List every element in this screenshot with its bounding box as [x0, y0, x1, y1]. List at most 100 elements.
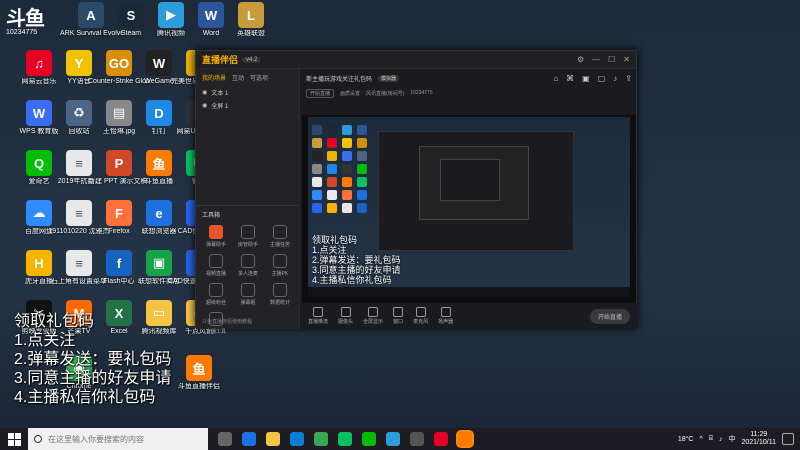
- tencent-video-icon: [342, 125, 352, 135]
- eye-icon[interactable]: ◉: [202, 89, 207, 96]
- room-title[interactable]: 斯主播玩游戏关注礼包码: [306, 74, 372, 83]
- tool-item[interactable]: 超级粉丝: [200, 283, 232, 306]
- tool-item[interactable]: 弹幕助手: [200, 225, 232, 248]
- wechat-icon: [357, 177, 367, 187]
- windows-icon: [7, 432, 21, 446]
- tab-scenes[interactable]: 我的场景: [202, 73, 226, 82]
- maximize-icon[interactable]: ☐: [608, 55, 615, 64]
- app-titlebar: 直播伴侣 v4.2 ⚙ — ☐ ✕: [196, 51, 636, 69]
- lenovo-browser-icon: [357, 190, 367, 200]
- preview-line: 1.点关注: [312, 245, 347, 255]
- unknown-app-icon[interactable]: [410, 432, 424, 446]
- app-brand: 直播伴侣: [202, 55, 239, 65]
- ime-indicator[interactable]: 中: [728, 434, 735, 444]
- room-number: 10234775: [6, 29, 38, 36]
- netease-music-icon: [327, 138, 337, 148]
- streamer-logo: 斗鱼 10234775: [6, 2, 64, 50]
- huya-icon: [327, 203, 337, 213]
- tab-interact[interactable]: 互动: [232, 73, 244, 82]
- desktop-icon[interactable]: L 英雄联盟: [220, 2, 282, 52]
- edge-icon[interactable]: [290, 432, 304, 446]
- taskbar-search[interactable]: [28, 428, 208, 450]
- steam-icon: [327, 125, 337, 135]
- tool-icon: [209, 225, 223, 239]
- minimize-icon[interactable]: —: [592, 55, 600, 64]
- tutorial-link[interactable]: 斗鱼直播伴侣使用教程: [202, 318, 252, 325]
- douyu-companion-icon[interactable]: [456, 430, 474, 448]
- wechat-icon[interactable]: [338, 432, 352, 446]
- scene-item[interactable]: ◉ 全屏 1: [196, 99, 299, 112]
- lol-icon: L: [238, 2, 264, 28]
- eye-icon[interactable]: ◉: [202, 102, 207, 109]
- settings-icon[interactable]: ⚙: [577, 55, 584, 64]
- share-icon[interactable]: ⇪: [625, 74, 632, 83]
- notification-icon[interactable]: [782, 433, 794, 445]
- control-label: 窗口: [393, 319, 404, 325]
- baidu-pan-icon: [312, 190, 322, 200]
- preview-icons: [312, 125, 372, 213]
- overlay-line: 1.点关注: [14, 332, 76, 349]
- tool-label: 视频直播: [205, 271, 226, 277]
- tool-icon: [273, 225, 287, 239]
- lock-icon[interactable]: ⌘: [566, 74, 574, 83]
- lenovo-icon[interactable]: [242, 432, 256, 446]
- room-id-label: 10234775: [410, 90, 433, 96]
- room-name-label: 风讯直播(房间号): [366, 90, 405, 97]
- file-explorer-icon[interactable]: [266, 432, 280, 446]
- chevron-up-icon[interactable]: ^: [699, 436, 702, 443]
- start-label[interactable]: 开始直播: [306, 88, 335, 98]
- toolbox-title: 工具箱: [202, 213, 221, 219]
- window-icon[interactable]: ▢: [598, 74, 606, 83]
- word-icon: [357, 125, 367, 135]
- desktop-icon[interactable]: 鱼斗鱼直播伴侣: [168, 355, 230, 405]
- tool-label: 主播PK: [271, 271, 289, 277]
- tool-item[interactable]: 数据统计: [264, 283, 296, 306]
- bell-icon[interactable]: ♪: [613, 74, 617, 83]
- tab-options[interactable]: 可选项: [250, 73, 268, 82]
- preview-app-window-3: [440, 159, 500, 201]
- control-mic[interactable]: 麦克风: [413, 307, 428, 325]
- chrome-icon[interactable]: [314, 432, 328, 446]
- logo-text: 斗鱼: [6, 8, 45, 30]
- weather[interactable]: 18°C: [678, 436, 694, 443]
- clock-time: 11:29: [750, 431, 768, 438]
- netease-music-icon[interactable]: [434, 432, 448, 446]
- start-button[interactable]: [0, 428, 28, 450]
- store-icon[interactable]: ⌂: [553, 74, 558, 83]
- app-version: v4.2: [242, 56, 262, 63]
- clock[interactable]: 11:29 2021/10/11: [741, 431, 776, 447]
- tool-item[interactable]: 房管助手: [232, 225, 264, 248]
- search-input[interactable]: [48, 434, 198, 444]
- control-label: 扬声器: [438, 319, 454, 325]
- volume-icon[interactable]: ♪: [719, 436, 723, 443]
- tool-label: 弹幕助手: [205, 242, 226, 248]
- tool-item[interactable]: 主播PK: [264, 254, 296, 277]
- control-speaker[interactable]: 扬声器: [438, 307, 453, 325]
- scene-item[interactable]: ◉ 文本 1: [196, 86, 299, 99]
- document-icon: [312, 177, 322, 187]
- tool-item[interactable]: 多人连麦: [232, 254, 264, 277]
- system-tray: 18°C ^ ⌸ ♪ 中 11:29 2021/10/11: [678, 431, 800, 447]
- tool-icon: [241, 225, 255, 239]
- control-camera[interactable]: 摄像头: [338, 307, 353, 325]
- tool-icon: [209, 254, 223, 268]
- tencent-video-icon[interactable]: [386, 432, 400, 446]
- tool-item[interactable]: 弹幕姬: [232, 283, 264, 306]
- control-bar: 直播推流 摄像头 全屏显示 窗口 麦克风 扬声器 开始直播: [300, 303, 638, 329]
- control-push[interactable]: 直播推流: [308, 307, 328, 325]
- preview-line: 领取礼包码: [312, 235, 358, 245]
- iqiyi-icon[interactable]: [362, 432, 376, 446]
- control-label: 摄像头: [338, 319, 354, 325]
- tool-item[interactable]: 视频直播: [200, 254, 232, 277]
- record-icon[interactable]: ▣: [582, 74, 590, 83]
- task-view-icon[interactable]: [218, 432, 232, 446]
- control-window[interactable]: 窗口: [393, 307, 403, 325]
- control-fullscreen[interactable]: 全屏显示: [363, 307, 383, 325]
- quality-label[interactable]: 画质设置: [340, 90, 360, 97]
- network-icon[interactable]: ⌸: [709, 435, 713, 443]
- tool-item[interactable]: 主播任务: [264, 225, 296, 248]
- wps-icon: [342, 151, 352, 161]
- tool-icon: [273, 254, 287, 268]
- start-live-button[interactable]: 开始直播: [589, 308, 630, 324]
- close-icon[interactable]: ✕: [623, 55, 630, 64]
